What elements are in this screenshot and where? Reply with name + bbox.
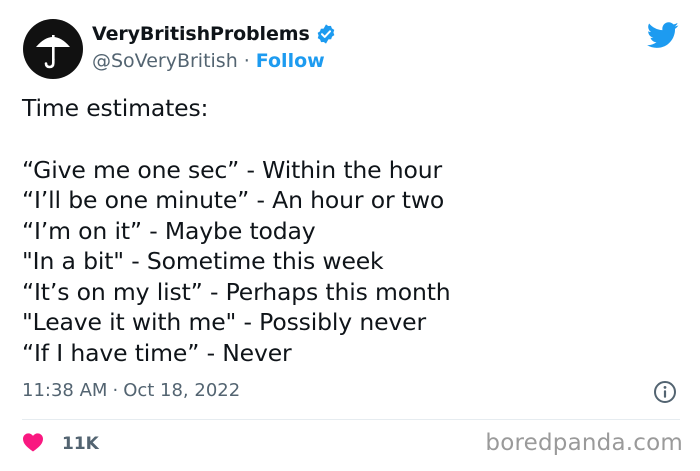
tweet-line: "In a bit" - Sometime this week [22,247,384,275]
verified-badge-icon [315,23,337,45]
tweet-text: Time estimates: “Give me one sec” - With… [22,93,680,368]
author-handle[interactable]: @SoVeryBritish [92,50,238,72]
tweet-line: “If I have time” - Never [22,338,292,367]
tweet-card: VeryBritishProblems @SoVeryBritish · Fol… [0,0,700,471]
author-handle-row: @SoVeryBritish · Follow [92,48,325,74]
timestamp-separator: · [112,380,119,401]
tweet-timestamp[interactable]: 11:38 AM · Oct 18, 2022 [22,380,240,401]
follow-button[interactable]: Follow [256,50,325,72]
umbrella-icon [33,27,73,71]
author-display-name[interactable]: VeryBritishProblems [92,23,310,45]
handle-separator: · [243,50,250,72]
like-button[interactable]: 11K [22,432,99,456]
tweet-line: "Leave it with me" - Possibly never [22,308,426,336]
like-count: 11K [62,434,99,454]
heart-icon [22,432,44,456]
divider [22,419,680,420]
tweet-line: “I’ll be one minute” - An hour or two [22,186,445,214]
tweet-date: Oct 18, 2022 [123,380,241,401]
tweet-time: 11:38 AM [22,380,108,401]
tweet-line: “Give me one sec” - Within the hour [22,155,443,184]
author-name-row: VeryBritishProblems [92,20,337,48]
author-avatar[interactable] [23,19,83,79]
tweet-line: Time estimates: [22,94,209,122]
tweet-line: “It’s on my list” - Perhaps this month [22,277,451,306]
info-icon[interactable] [653,380,677,404]
watermark: boredpanda.com [485,430,683,456]
twitter-bird-icon[interactable] [646,21,680,49]
tweet-line: “I’m on it” - Maybe today [22,216,316,245]
